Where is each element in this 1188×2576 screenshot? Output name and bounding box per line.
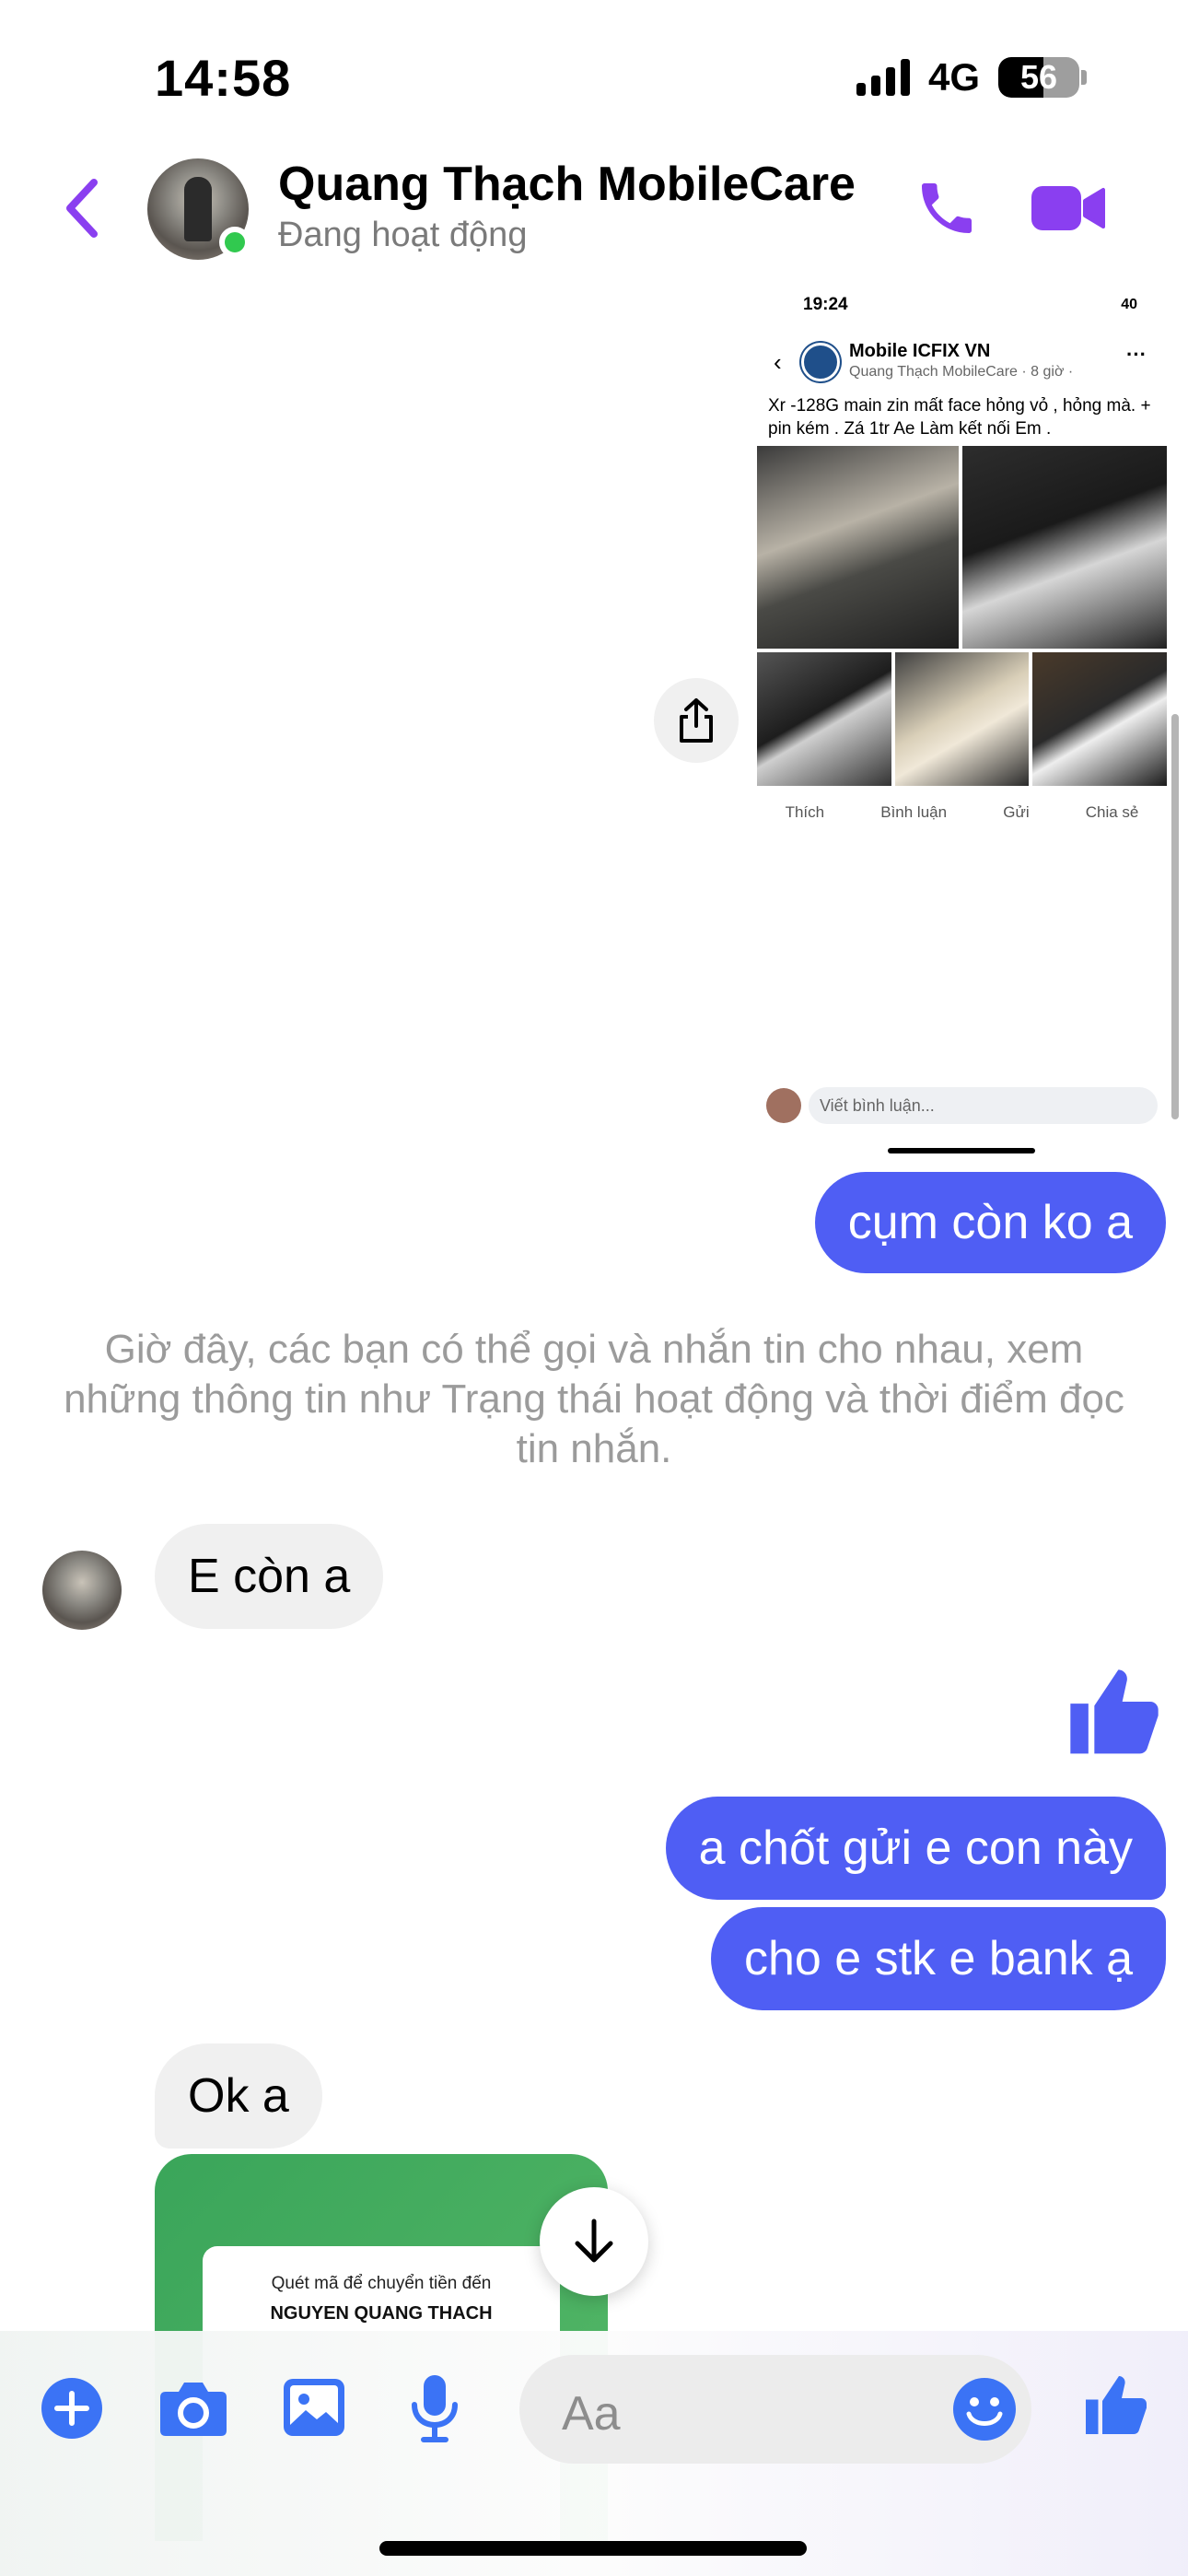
send-action: Gửi [1003,803,1030,821]
message-input[interactable]: Aa [519,2355,1031,2464]
post-photo [757,652,891,786]
qr-account-name: NGUYEN QUANG THACH [270,2303,493,2324]
comment-placeholder: Viết bình luận... [809,1087,1158,1124]
microphone-icon[interactable] [409,2373,460,2443]
contact-avatar[interactable] [147,158,250,260]
emoji-icon[interactable] [952,2377,1017,2441]
battery-level: 56 [1019,58,1058,96]
status-icons: 4G 56 [856,55,1087,100]
like-thumb-icon[interactable] [1066,1664,1162,1763]
shared-status-time: 19:24 [803,295,848,314]
share-action: Chia sẻ [1085,803,1139,821]
scroll-to-bottom-button[interactable] [540,2187,648,2296]
shared-caption: Xr -128G main zin mất face hỏng vỏ , hỏn… [768,396,1151,439]
share-icon [680,698,713,743]
post-photo [962,446,1167,649]
share-button[interactable] [654,678,739,763]
contact-name[interactable]: Quang Thạch MobileCare [278,157,856,212]
plus-icon[interactable] [41,2377,103,2440]
home-indicator [379,2541,807,2556]
like-icon[interactable] [1083,2371,1149,2441]
page-avatar [801,343,840,381]
outgoing-message[interactable]: cụm còn ko a [814,1172,1166,1273]
incoming-message[interactable]: E còn a [155,1524,384,1629]
comment-action: Bình luận [880,803,948,821]
post-photo [1032,652,1167,786]
signal-icon [856,59,910,96]
shared-back-icon: ‹ [774,348,782,376]
shared-status-battery: 40 [1121,297,1137,312]
contact-status: Đang hoạt động [278,216,528,254]
shared-page-name: Mobile ICFIX VN [849,341,991,361]
sender-avatar[interactable] [42,1551,122,1630]
video-call-icon[interactable] [1030,181,1107,236]
battery-icon: 56 [998,57,1087,98]
message-composer: Aa [0,2331,1188,2576]
message-placeholder: Aa [562,2387,621,2441]
arrow-down-icon [575,2219,613,2263]
chat-info-notice: Giờ đây, các bạn có thể gọi và nhắn tin … [64,1327,1124,1471]
comment-row: Viết bình luận... [766,1085,1158,1126]
shared-poster: Quang Thạch MobileCare · 8 giờ · [849,364,1074,380]
post-actions: Thích Bình luận Gửi Chia sẻ [757,803,1167,822]
online-indicator [219,227,250,258]
camera-icon[interactable] [158,2379,228,2438]
shared-post-screenshot[interactable]: 19:24 40 ‹ Mobile ICFIX VN Quang Thạch M… [757,286,1167,1156]
commenter-avatar [766,1088,801,1123]
outgoing-message[interactable]: a chốt gửi e con này [665,1797,1166,1900]
incoming-message[interactable]: Ok a [155,2043,322,2149]
like-action: Thích [785,803,825,821]
chat-header: Quang Thạch MobileCare Đang hoạt động [0,147,1188,267]
phone-call-icon[interactable] [914,175,980,241]
back-arrow-icon[interactable] [55,171,111,245]
post-photo [895,652,1029,786]
outgoing-message[interactable]: cho e stk e bank ạ [710,1907,1166,2010]
shared-home-indicator [888,1148,1035,1153]
qr-instruction: Quét mã để chuyển tiền đến [271,2274,492,2293]
gallery-icon[interactable] [282,2377,346,2438]
network-label: 4G [927,55,980,99]
post-photo [757,446,959,649]
scrollbar[interactable] [1171,714,1179,1119]
status-time: 14:58 [155,49,292,107]
more-icon: ··· [1126,343,1147,366]
